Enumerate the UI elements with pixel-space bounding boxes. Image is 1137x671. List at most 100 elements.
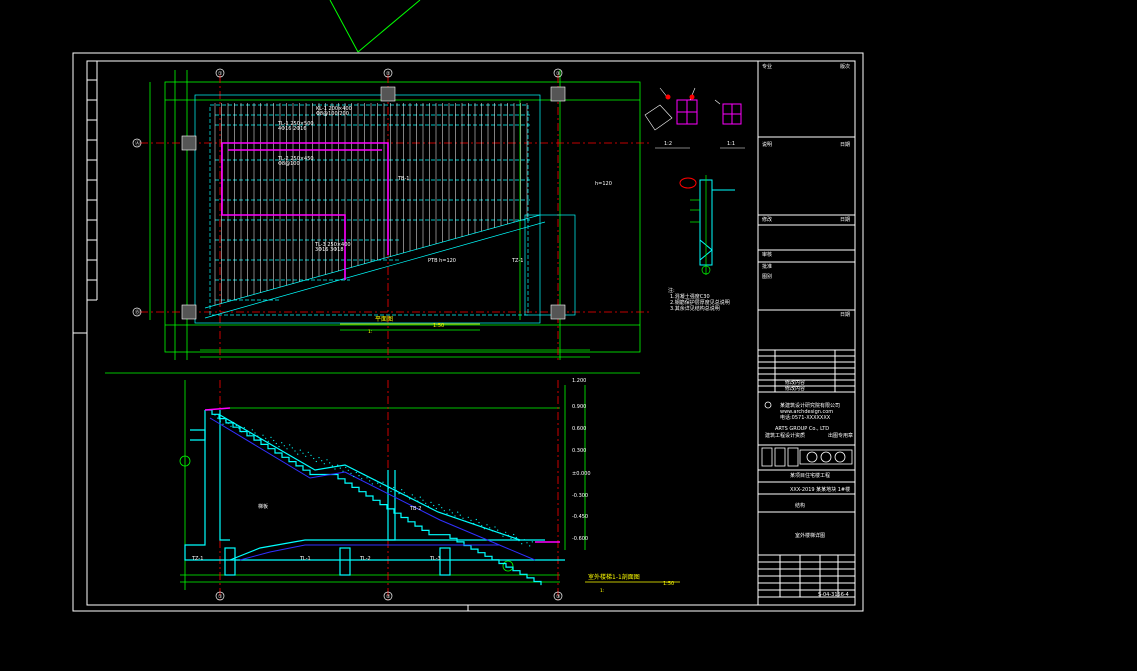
svg-text:1.200: 1.200 — [572, 378, 586, 384]
hatch-dot — [294, 450, 296, 452]
svg-text:审核: 审核 — [762, 251, 772, 258]
hatch-dot — [214, 414, 216, 416]
svg-text:TB-1: TB-1 — [397, 176, 409, 182]
svg-text:1:: 1: — [368, 329, 372, 335]
grid-label-2: ② — [386, 71, 391, 77]
hatch-dot — [523, 539, 525, 541]
company-english-name: ARTS GROUP Co., LTD — [775, 426, 829, 432]
hatch-dot — [267, 440, 269, 442]
svg-text:0.300: 0.300 — [572, 448, 586, 454]
hatch-dot — [318, 457, 320, 459]
hatch-dot — [257, 435, 259, 437]
hatch-dot — [390, 490, 392, 492]
hatch-dot — [491, 530, 493, 532]
hatch-dot — [427, 505, 429, 507]
svg-text:TZ-1: TZ-1 — [191, 556, 203, 562]
hatch-dot — [467, 516, 469, 518]
hatch-dot — [217, 417, 219, 419]
hatch-dot — [398, 493, 400, 495]
hatch-dot — [515, 536, 517, 539]
grid-label-3: ③ — [556, 71, 560, 77]
hatch-dot — [315, 460, 317, 463]
hatch-dot — [443, 510, 445, 512]
hatch-dot — [395, 489, 397, 492]
svg-text:TL-1: TL-1 — [299, 556, 311, 562]
hatch-dot — [353, 475, 355, 478]
hatch-dot — [361, 478, 363, 480]
hatch-dot — [302, 452, 304, 454]
hatch-dot — [321, 460, 323, 462]
hatch-dot — [374, 479, 376, 481]
hatch-dot — [363, 474, 365, 476]
hatch-dot — [385, 484, 387, 486]
hatch-dot — [499, 532, 501, 534]
hatch-dot — [401, 489, 403, 491]
hatch-dot — [473, 522, 475, 525]
hatch-dot — [273, 439, 275, 442]
svg-text:PTB h=120: PTB h=120 — [428, 258, 456, 264]
hatch-dot — [481, 525, 483, 527]
hatch-dot — [310, 454, 312, 456]
hatch-dot — [366, 477, 368, 479]
svg-text:批准: 批准 — [762, 263, 772, 270]
hatch-dot — [227, 422, 229, 424]
svg-text:-0.300: -0.300 — [572, 493, 588, 499]
svg-text:平面图: 平面图 — [375, 316, 393, 323]
hatch-dot — [489, 527, 491, 529]
hatch-dot — [510, 537, 512, 540]
svg-text:-0.450: -0.450 — [572, 514, 588, 520]
hatch-dot — [465, 520, 467, 522]
hatch-dot — [425, 502, 427, 504]
hatch-dot — [350, 472, 352, 474]
hatch-dot — [331, 465, 333, 467]
svg-text:日期: 日期 — [840, 217, 850, 223]
svg-text:说明: 说明 — [762, 141, 772, 148]
hatch-dot — [305, 455, 307, 457]
svg-text:TL-2: TL-2 — [359, 556, 371, 562]
svg-text:1:50: 1:50 — [663, 581, 674, 587]
svg-text:出图专用章: 出图专用章 — [828, 432, 853, 439]
hatch-dot — [371, 483, 373, 485]
svg-text:3Φ16 3Φ18: 3Φ16 3Φ18 — [315, 247, 344, 253]
hatch-dot — [323, 463, 325, 465]
svg-text:2.钢筋保护层厚度见总说明: 2.钢筋保护层厚度见总说明 — [670, 299, 730, 306]
hatch-dot — [393, 486, 395, 489]
svg-text:③: ③ — [556, 594, 560, 600]
svg-text:建筑工程设计资质: 建筑工程设计资质 — [765, 432, 805, 439]
svg-text:修改内容: 修改内容 — [785, 379, 805, 386]
svg-text:专业: 专业 — [762, 63, 772, 70]
hatch-dot — [326, 459, 328, 461]
svg-text:3.其余详见结构总说明: 3.其余详见结构总说明 — [670, 305, 720, 312]
hatch-dot — [409, 498, 411, 500]
svg-text:梯板: 梯板 — [258, 503, 268, 510]
grid-label-1: ① — [218, 71, 223, 77]
hatch-dot — [526, 542, 528, 544]
drawing-number: S-04-3156-4 — [818, 592, 849, 598]
hatch-dot — [270, 436, 272, 438]
svg-text:XXX-2019 某某地块 1#楼: XXX-2019 某某地块 1#楼 — [790, 486, 850, 493]
hatch-dot — [435, 507, 437, 510]
svg-text:某项目住宅楼工程: 某项目住宅楼工程 — [790, 472, 830, 479]
hatch-dot — [422, 499, 424, 501]
hatch-dot — [521, 543, 523, 545]
hatch-dot — [446, 513, 448, 515]
hatch-dot — [379, 485, 381, 487]
hatch-dot — [478, 522, 480, 524]
svg-text:0.900: 0.900 — [572, 404, 586, 410]
cad-drawing-canvas[interactable]: 专业 版次 说明 日期 修改 日期 审核 批准 图别 日期 修改内容 修改内容 … — [0, 0, 1137, 671]
hatch-dot — [259, 438, 261, 440]
hatch-dot — [518, 540, 520, 542]
hatch-dot — [459, 514, 461, 516]
hatch-dot — [230, 425, 232, 427]
hatch-dot — [342, 470, 344, 472]
hatch-dot — [462, 517, 464, 519]
svg-text:1.混凝土强度C30: 1.混凝土强度C30 — [670, 293, 710, 300]
svg-text:Φ8@100/200: Φ8@100/200 — [316, 111, 349, 117]
hatch-dot — [417, 500, 419, 502]
svg-text:版次: 版次 — [840, 63, 850, 70]
hatch-dot — [251, 429, 253, 431]
model-space-background — [0, 0, 1137, 671]
hatch-dot — [441, 507, 443, 509]
hatch-dot — [358, 475, 360, 477]
hatch-dot — [334, 468, 336, 470]
